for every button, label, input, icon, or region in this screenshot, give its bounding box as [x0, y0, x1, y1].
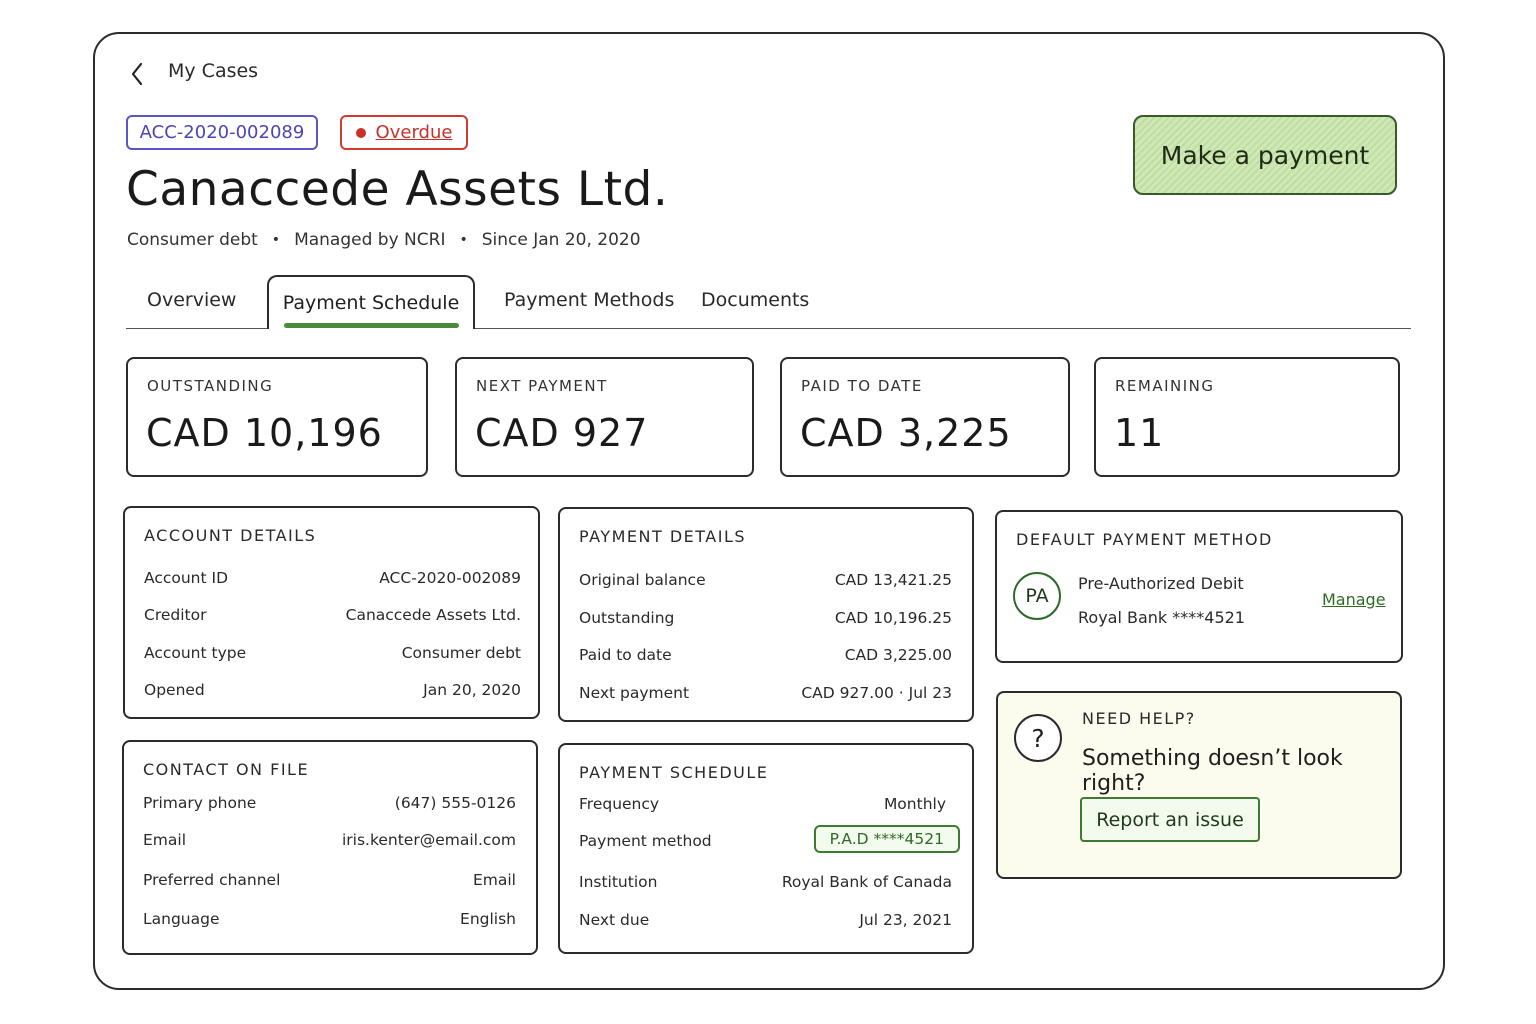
page-meta: Consumer debt • Managed by NCRI • Since …: [127, 230, 641, 250]
detail-label: Outstanding: [579, 609, 675, 627]
help-question: Something doesn’t look right?: [1082, 746, 1343, 796]
tab-documents[interactable]: Documents: [701, 289, 809, 311]
help-kicker: NEED HELP?: [1082, 709, 1196, 728]
tab-payment-schedule[interactable]: Payment Schedule: [267, 275, 475, 329]
meta-separator: •: [459, 232, 468, 248]
meta-manager: Managed by NCRI: [294, 230, 446, 250]
detail-label: Paid to date: [579, 646, 672, 664]
meta-since: Since Jan 20, 2020: [481, 230, 641, 250]
detail-row: Paid to date CAD 3,225.00: [579, 646, 952, 664]
detail-row: Account type Consumer debt: [144, 644, 521, 662]
meta-type: Consumer debt: [127, 230, 258, 250]
detail-row: Language English: [143, 910, 516, 928]
detail-label: Email: [143, 831, 187, 849]
detail-row: Outstanding CAD 10,196.25: [579, 609, 952, 627]
detail-value: (647) 555-0126: [394, 794, 516, 812]
detail-row: Account ID ACC-2020-002089: [144, 569, 521, 587]
detail-value: Jul 23, 2021: [859, 911, 952, 929]
detail-value: Jan 20, 2020: [423, 681, 521, 699]
status-badge: Overdue: [340, 115, 468, 150]
detail-value: iris.kenter@email.com: [341, 831, 516, 849]
detail-value: Consumer debt: [401, 644, 521, 662]
help-card: NEED HELP? Something doesn’t look right?: [996, 691, 1402, 879]
payment-method-chip: P.A.D ****4521: [813, 825, 960, 853]
contact-card: CONTACT ON FILE Primary phone (647) 555-…: [122, 740, 538, 955]
detail-label: Next payment: [579, 684, 690, 702]
active-tab-indicator: [284, 323, 459, 328]
detail-row: Next payment CAD 927.00 · Jul 23: [579, 684, 952, 702]
detail-label: Next due: [579, 911, 650, 929]
detail-value: Royal Bank of Canada: [781, 873, 952, 891]
detail-value: CAD 927.00 · Jul 23: [801, 684, 952, 702]
detail-row: Next due Jul 23, 2021: [579, 911, 952, 929]
detail-row: Original balance CAD 13,421.25: [579, 571, 952, 589]
detail-label: Payment method: [579, 832, 712, 850]
stat-value: CAD 3,225: [800, 411, 1012, 455]
stat-value: CAD 10,196: [146, 411, 383, 455]
payment-details-card: PAYMENT DETAILS Original balance CAD 13,…: [558, 507, 974, 722]
tab-overview[interactable]: Overview: [147, 289, 236, 311]
detail-row: Creditor Canaccede Assets Ltd.: [144, 606, 521, 624]
stat-remaining: REMAINING 11: [1094, 357, 1400, 477]
detail-value: English: [460, 910, 516, 928]
stat-value: CAD 927: [475, 411, 649, 455]
tab-payment-methods[interactable]: Payment Methods: [504, 289, 674, 311]
stat-label: NEXT PAYMENT: [476, 377, 608, 395]
detail-label: Language: [143, 910, 220, 928]
status-badge-label: Overdue: [375, 122, 453, 143]
report-issue-button[interactable]: Report an issue: [1080, 797, 1260, 842]
detail-value: Email: [472, 871, 516, 889]
detail-label: Opened: [144, 681, 205, 699]
detail-row: Email iris.kenter@email.com: [143, 831, 516, 849]
detail-value: CAD 13,421.25: [834, 571, 952, 589]
stat-paid-to-date: PAID TO DATE CAD 3,225: [780, 357, 1070, 477]
manage-link[interactable]: Manage: [1322, 590, 1386, 609]
detail-label: Preferred channel: [143, 871, 281, 889]
detail-row: Primary phone (647) 555-0126: [143, 794, 516, 812]
back-chevron-icon[interactable]: [128, 60, 148, 88]
method-account: Royal Bank ****4521: [1078, 608, 1245, 627]
stat-next-payment: NEXT PAYMENT CAD 927: [455, 357, 754, 477]
detail-value: ACC-2020-002089: [379, 569, 521, 587]
detail-row: Opened Jan 20, 2020: [144, 681, 521, 699]
stat-label: PAID TO DATE: [801, 377, 923, 395]
method-type: Pre-Authorized Debit: [1078, 574, 1244, 593]
detail-row: Preferred channel Email: [143, 871, 516, 889]
detail-label: Primary phone: [143, 794, 257, 812]
status-dot-icon: [355, 127, 366, 138]
payment-method-avatar: PA: [1013, 572, 1061, 620]
detail-label: Original balance: [579, 571, 706, 589]
detail-label: Account ID: [144, 569, 229, 587]
payment-schedule-card: PAYMENT SCHEDULE Frequency Monthly Payme…: [558, 743, 974, 954]
question-icon: ?: [1014, 714, 1062, 762]
stat-label: REMAINING: [1115, 377, 1215, 395]
card-heading: CONTACT ON FILE: [143, 760, 310, 779]
detail-value: Canaccede Assets Ltd.: [345, 606, 521, 624]
card-heading: PAYMENT DETAILS: [579, 527, 747, 546]
detail-row: Payment method P.A.D ****4521: [579, 825, 960, 853]
page-title: Canaccede Assets Ltd.: [126, 162, 669, 217]
account-id-badge: ACC-2020-002089: [126, 115, 318, 150]
make-payment-button[interactable]: Make a payment: [1133, 115, 1397, 195]
detail-label: Frequency: [579, 795, 660, 813]
detail-value: CAD 3,225.00: [844, 646, 952, 664]
account-details-card: ACCOUNT DETAILS Account ID ACC-2020-0020…: [123, 506, 540, 719]
card-heading: ACCOUNT DETAILS: [144, 526, 317, 545]
detail-label: Institution: [579, 873, 658, 891]
stat-outstanding: OUTSTANDING CAD 10,196: [126, 357, 428, 477]
detail-value: Monthly: [883, 795, 946, 813]
card-heading: DEFAULT PAYMENT METHOD: [1016, 530, 1273, 549]
detail-row: Frequency Monthly: [579, 795, 946, 813]
detail-label: Creditor: [144, 606, 207, 624]
meta-separator: •: [271, 232, 281, 248]
stat-label: OUTSTANDING: [147, 377, 274, 395]
detail-label: Account type: [144, 644, 247, 662]
stat-value: 11: [1114, 411, 1165, 455]
breadcrumb-my-cases[interactable]: My Cases: [168, 60, 258, 82]
detail-row: Institution Royal Bank of Canada: [579, 873, 952, 891]
card-heading: PAYMENT SCHEDULE: [579, 763, 769, 782]
detail-value: CAD 10,196.25: [834, 609, 952, 627]
